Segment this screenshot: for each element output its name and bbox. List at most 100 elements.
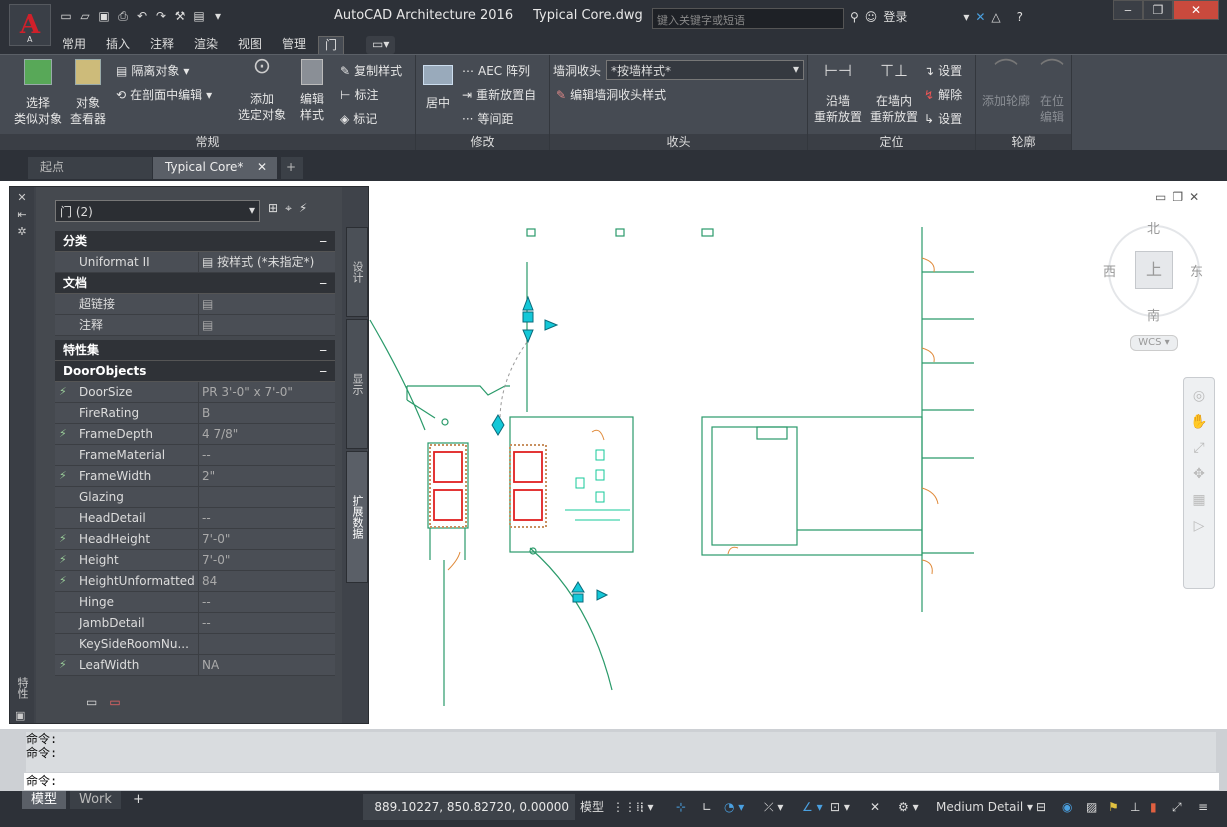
help-icon[interactable]: ?	[1017, 10, 1023, 24]
property-row[interactable]: FireRating B	[55, 403, 335, 424]
model-space-button[interactable]: 模型	[580, 796, 604, 818]
aec-array-button[interactable]: ⋯ AEC 阵列	[462, 63, 530, 79]
close-button[interactable]: ✕	[1173, 0, 1219, 20]
tab-render[interactable]: 渲染	[188, 36, 224, 54]
osnap-icon[interactable]: ∠ ▾	[802, 796, 823, 818]
object-viewer-button[interactable]: 对象 查看器	[66, 59, 110, 127]
new-layout-button[interactable]: +	[124, 791, 153, 809]
dropdown-icon[interactable]: ▾	[963, 10, 969, 24]
collapse-icon[interactable]: ‒	[319, 361, 327, 381]
layout-tab-model[interactable]: 模型	[22, 791, 67, 809]
surface-hatch-icon[interactable]: ▨	[1086, 796, 1097, 818]
layer-icon[interactable]: ▤	[191, 8, 207, 24]
center-button[interactable]: 居中	[420, 65, 456, 111]
edit-in-section-button[interactable]: ⟲ 在剖面中编辑 ▾	[116, 87, 212, 103]
palette-settings-icon[interactable]: ✲	[10, 225, 34, 238]
add-profile-button[interactable]: ⌒ 添加轮廓	[978, 59, 1034, 109]
undo-icon[interactable]: ↶	[134, 8, 150, 24]
collapse-icon[interactable]: ‒	[319, 273, 327, 293]
property-row[interactable]: ⚡ Height 7'-0"	[55, 550, 335, 571]
quick-select-icon[interactable]: ⊞	[268, 201, 278, 216]
remove-property-set-icon[interactable]: ▭	[109, 695, 120, 709]
workspace-icon[interactable]: ⚙ ▾	[898, 796, 919, 818]
binoculars-icon[interactable]: ⚲	[850, 10, 859, 24]
snap-icon[interactable]: ⁞⁞ ▾	[636, 796, 653, 818]
pan-icon[interactable]: ✋	[1184, 414, 1214, 430]
add-selected-button[interactable]: ⊙ 添加 选定对象	[234, 56, 290, 123]
add-property-set-icon[interactable]: ▭	[86, 695, 97, 709]
elevation-icon[interactable]: ⊥	[1130, 796, 1140, 818]
showmotion-icon[interactable]: ▦	[1184, 492, 1214, 508]
viewcube[interactable]: 上 北 南 西 东 WCS ▾	[1100, 215, 1210, 355]
property-value[interactable]: 7'-0"	[199, 550, 335, 570]
select-similar-button[interactable]: 选择 类似对象	[10, 59, 66, 127]
viewcube-face-top[interactable]: 上	[1135, 251, 1173, 289]
tab-manage[interactable]: 管理	[276, 36, 312, 54]
property-value[interactable]: PR 3'-0" x 7'-0"	[199, 382, 335, 402]
property-row[interactable]: HeadDetail --	[55, 508, 335, 529]
display-detail-dropdown[interactable]: Medium Detail ▾	[936, 796, 1033, 818]
save-icon[interactable]: ▣	[96, 8, 112, 24]
tab-overflow-button[interactable]: ▭▾	[366, 36, 396, 54]
tab-extended-data[interactable]: 扩展数据	[346, 451, 368, 583]
property-row[interactable]: ⚡ HeightUnformatted 84	[55, 571, 335, 592]
property-row[interactable]: Uniformat II ▤ 按样式 (*未指定*)	[55, 252, 335, 273]
wcs-dropdown[interactable]: WCS ▾	[1130, 335, 1178, 351]
steering-wheel-icon[interactable]: ◎	[1184, 388, 1214, 404]
compass-south[interactable]: 南	[1147, 305, 1160, 324]
section-classification[interactable]: 分类 ‒	[55, 231, 335, 252]
property-row[interactable]: KeySideRoomNu...	[55, 634, 335, 655]
search-input[interactable]: 键入关键字或短语	[652, 8, 844, 29]
property-row[interactable]: 注释 ▤	[55, 315, 335, 336]
collapse-icon[interactable]: ‒	[319, 231, 327, 251]
a360-icon[interactable]: △	[991, 10, 1000, 24]
setting-button-2[interactable]: ↳ 设置	[924, 111, 962, 127]
property-value[interactable]: --	[199, 613, 335, 633]
annotation-scale-icon[interactable]: ✕	[870, 796, 880, 818]
restore-button[interactable]: ❐	[1143, 0, 1173, 20]
palette-close-icon[interactable]: ✕	[10, 191, 34, 204]
orbit-icon[interactable]: ✥	[1184, 466, 1214, 482]
palette-autohide-icon[interactable]: ⇤	[10, 208, 34, 221]
tab-view[interactable]: 视图	[232, 36, 268, 54]
close-tab-icon[interactable]: ✕	[257, 157, 267, 178]
property-value[interactable]: 2"	[199, 466, 335, 486]
login-button[interactable]: 登录	[883, 8, 907, 25]
print-icon[interactable]: ⎙	[115, 8, 131, 24]
reposition-in-wall-button[interactable]: ⊤⊥ 在墙内 重新放置	[866, 63, 922, 125]
property-value[interactable]: --	[199, 508, 335, 528]
property-value[interactable]	[199, 487, 335, 507]
tab-home[interactable]: 常用	[56, 36, 92, 54]
new-icon[interactable]: ▭	[58, 8, 74, 24]
property-value[interactable]: 7'-0"	[199, 529, 335, 549]
reposition-along-wall-button[interactable]: ⊢⊣ 沿墙 重新放置	[810, 63, 866, 125]
customize-icon[interactable]: ≡	[1198, 796, 1208, 818]
property-value[interactable]: --	[199, 445, 335, 465]
otrack-icon[interactable]: ⊡ ▾	[830, 796, 850, 818]
lock-icon[interactable]: ▮	[1150, 796, 1157, 818]
property-row[interactable]: JambDetail --	[55, 613, 335, 634]
fullscreen-icon[interactable]: ⤢	[1172, 796, 1182, 818]
property-row[interactable]: ⚡ LeafWidth NA	[55, 655, 335, 676]
endcap-dropdown[interactable]: *按墙样式* ▾	[606, 60, 804, 80]
section-door-objects[interactable]: DoorObjects ‒	[55, 361, 335, 382]
property-row[interactable]: ⚡ DoorSize PR 3'-0" x 7'-0"	[55, 382, 335, 403]
tab-annotate[interactable]: 注释	[144, 36, 180, 54]
equal-spacing-button[interactable]: ⋅⋅⋅ 等间距	[462, 111, 513, 127]
section-property-sets[interactable]: 特性集 ‒	[55, 340, 335, 361]
property-row[interactable]: Hinge --	[55, 592, 335, 613]
command-input[interactable]: 命令:	[24, 773, 1219, 790]
property-value[interactable]: NA	[199, 655, 335, 675]
pickadd-icon[interactable]: ⚡	[299, 201, 307, 216]
tab-door[interactable]: 门	[318, 36, 345, 54]
tab-design[interactable]: 设计	[346, 227, 368, 317]
release-button[interactable]: ↯ 解除	[924, 87, 962, 103]
copy-style-button[interactable]: ✎ 复制样式	[340, 63, 402, 79]
reposition-from-button[interactable]: ⇥ 重新放置自	[462, 87, 536, 103]
isolate-objects-button[interactable]: ▤ 隔离对象 ▾	[116, 63, 189, 79]
tab-insert[interactable]: 插入	[100, 36, 136, 54]
qat-dropdown-icon[interactable]: ▾	[210, 8, 226, 24]
new-tab-button[interactable]: +	[281, 157, 303, 179]
isolate-objects-icon[interactable]: ◉	[1062, 796, 1072, 818]
open-icon[interactable]: ▱	[77, 8, 93, 24]
